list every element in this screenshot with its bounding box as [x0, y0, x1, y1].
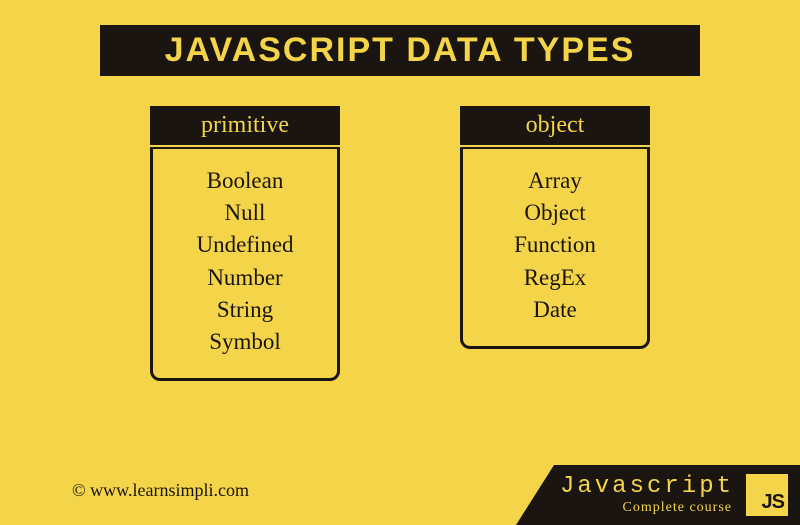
columns-container: primitive Boolean Null Undefined Number … [0, 106, 800, 381]
object-item: Date [473, 294, 637, 326]
primitive-column: primitive Boolean Null Undefined Number … [150, 106, 340, 381]
js-badge-icon: JS [746, 474, 788, 516]
js-badge-text: JS [762, 491, 784, 514]
primitive-item: Symbol [163, 326, 327, 358]
footer-subtitle: Complete course [623, 501, 734, 515]
footer-text: Javascript Complete course [560, 475, 734, 515]
primitive-item: Undefined [163, 229, 327, 261]
footer-slant [516, 465, 554, 525]
footer-banner: Javascript Complete course JS [516, 465, 800, 525]
object-item: Object [473, 197, 637, 229]
object-body: Array Object Function RegEx Date [460, 147, 650, 349]
primitive-item: Null [163, 197, 327, 229]
primitive-header: primitive [150, 106, 340, 145]
main-title: JAVASCRIPT DATA TYPES [100, 25, 700, 76]
primitive-item: Boolean [163, 165, 327, 197]
object-item: RegEx [473, 262, 637, 294]
object-item: Function [473, 229, 637, 261]
footer-title: Javascript [560, 475, 734, 499]
primitive-item: Number [163, 262, 327, 294]
footer-body: Javascript Complete course JS [554, 465, 800, 525]
object-item: Array [473, 165, 637, 197]
primitive-body: Boolean Null Undefined Number String Sym… [150, 147, 340, 381]
primitive-item: String [163, 294, 327, 326]
object-header: object [460, 106, 650, 145]
attribution-text: © www.learnsimpli.com [72, 480, 249, 501]
object-column: object Array Object Function RegEx Date [460, 106, 650, 381]
